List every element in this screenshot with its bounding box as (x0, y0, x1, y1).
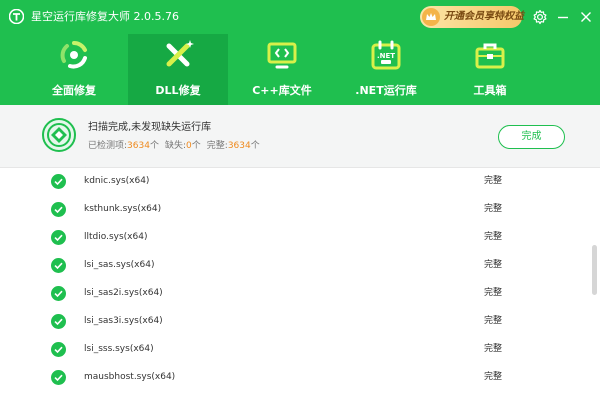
tab-dotnet-runtime[interactable]: .NET .NET运行库 (336, 34, 436, 105)
minimize-icon[interactable] (555, 9, 571, 25)
list-item: lsi_sas.sys(x64) 完整 (0, 252, 588, 280)
check-circle-icon (51, 314, 66, 329)
tab-label: C++库文件 (252, 84, 312, 97)
file-status: 完整 (484, 176, 503, 186)
scan-radar-icon (42, 118, 76, 152)
list-scrollbar[interactable] (592, 245, 597, 295)
app-logo-icon (9, 9, 24, 24)
code-monitor-icon (267, 42, 297, 69)
app-title: 星空运行库修复大师 2.0.5.76 (31, 10, 179, 23)
list-item: lsi_sas2i.sys(x64) 完整 (0, 280, 588, 308)
vip-label: 开通会员享特权益 (444, 11, 524, 22)
tab-label: 工具箱 (473, 84, 507, 97)
file-status: 完整 (484, 316, 503, 326)
tab-cpp-library[interactable]: C++库文件 (232, 34, 332, 105)
repair-cycle-icon (60, 40, 87, 69)
file-name: lsi_sas.sys(x64) (84, 260, 155, 270)
dll-tools-icon (166, 40, 194, 67)
check-circle-icon (51, 370, 66, 385)
file-status: 完整 (484, 232, 503, 242)
app-window: 星空运行库修复大师 2.0.5.76 开通会员享特权益 全面修复 DLL修复 C… (0, 0, 600, 411)
tab-full-repair[interactable]: 全面修复 (24, 34, 124, 105)
list-item: mausbhost.sys(x64) 完整 (0, 364, 588, 392)
tab-label: .NET运行库 (355, 84, 417, 97)
complete-unit: 个 (250, 141, 260, 151)
file-name: mausbhost.sys(x64) (84, 372, 176, 382)
toolbox-icon (475, 43, 505, 69)
settings-gear-icon[interactable] (532, 9, 548, 25)
file-status: 完整 (484, 372, 503, 382)
checked-unit: 个 (149, 141, 159, 151)
done-button[interactable]: 完成 (498, 125, 565, 149)
tab-label: 全面修复 (52, 84, 96, 97)
missing-label: 缺失: (164, 141, 187, 151)
check-circle-icon (51, 202, 66, 217)
header: 星空运行库修复大师 2.0.5.76 开通会员享特权益 全面修复 DLL修复 C… (0, 0, 600, 105)
title-bar: 星空运行库修复大师 2.0.5.76 开通会员享特权益 (0, 0, 600, 34)
file-name: ksthunk.sys(x64) (84, 204, 162, 214)
dotnet-calendar-icon: .NET (371, 40, 401, 70)
tab-label: DLL修复 (155, 84, 201, 97)
tab-dll-repair[interactable]: DLL修复 (128, 34, 228, 105)
list-item: ksthunk.sys(x64) 完整 (0, 196, 588, 224)
file-name: lltdio.sys(x64) (84, 232, 148, 242)
list-item: kdnic.sys(x64) 完整 (0, 168, 588, 196)
checked-count: 3634 (127, 141, 150, 151)
file-status: 完整 (484, 288, 503, 298)
file-name: lsi_sss.sys(x64) (84, 344, 154, 354)
complete-label: 完整: (206, 141, 228, 151)
list-item: lsi_sas3i.sys(x64) 完整 (0, 308, 588, 336)
check-circle-icon (51, 230, 66, 245)
file-status: 完整 (484, 204, 503, 214)
missing-unit: 个 (191, 141, 201, 151)
tab-toolbox[interactable]: 工具箱 (440, 34, 540, 105)
complete-count: 3634 (227, 141, 251, 151)
file-name: lsi_sas2i.sys(x64) (84, 288, 163, 298)
file-name: lsi_sas3i.sys(x64) (84, 316, 163, 326)
file-status: 完整 (484, 344, 503, 354)
file-status: 完整 (484, 260, 503, 270)
check-circle-icon (51, 174, 66, 189)
check-circle-icon (51, 342, 66, 357)
scan-counts: 已检测项:3634个 缺失:0个 完整:3634个 (88, 140, 260, 153)
check-circle-icon (51, 286, 66, 301)
svg-text:.NET: .NET (377, 52, 395, 60)
check-circle-icon (51, 258, 66, 273)
checked-label: 已检测项: (88, 141, 128, 151)
scan-status-panel: 扫描完成,未发现缺失运行库 已检测项:3634个 缺失:0个 完整:3634个 完成 (0, 105, 600, 168)
file-list: kdnic.sys(x64) 完整 ksthunk.sys(x64) 完整 ll… (0, 168, 588, 411)
vip-membership-button[interactable]: 开通会员享特权益 (420, 6, 524, 28)
crown-icon (422, 8, 440, 26)
main-nav: 全面修复 DLL修复 C++库文件 .NET .NET运行库 工具箱 (0, 34, 600, 105)
list-item: lltdio.sys(x64) 完整 (0, 224, 588, 252)
file-name: kdnic.sys(x64) (84, 176, 150, 186)
scan-result-title: 扫描完成,未发现缺失运行库 (88, 122, 212, 133)
list-item: lsi_sss.sys(x64) 完整 (0, 336, 588, 364)
close-icon[interactable] (578, 9, 594, 25)
